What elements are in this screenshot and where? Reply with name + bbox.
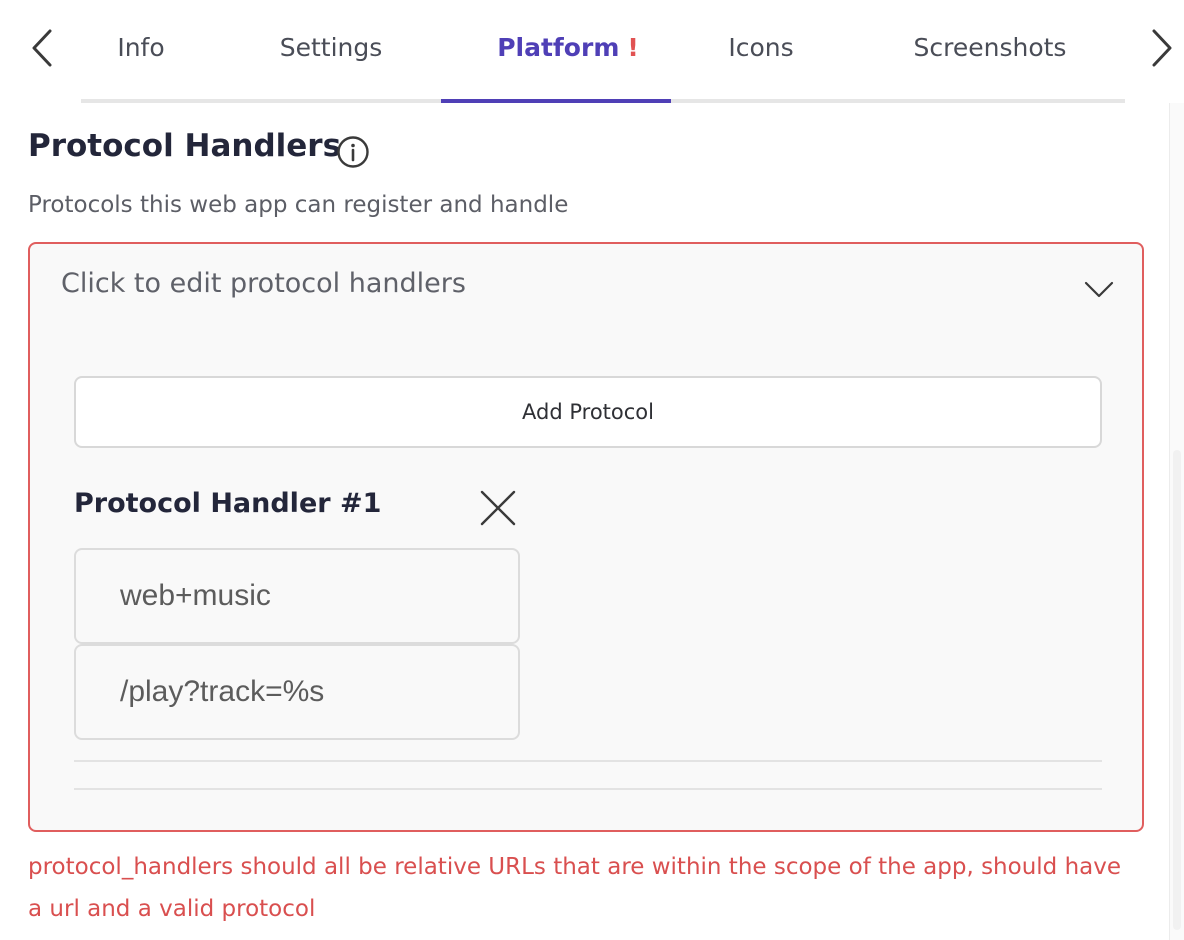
divider	[74, 788, 1102, 790]
scrollbar-thumb[interactable]	[1173, 450, 1181, 930]
close-icon[interactable]	[478, 488, 518, 528]
tab-icons-label: Icons	[728, 33, 794, 62]
chevron-left-icon	[32, 29, 52, 67]
add-protocol-button[interactable]: Add Protocol	[74, 376, 1102, 448]
protocol-handlers-panel: Click to edit protocol handlers Add Prot…	[28, 242, 1144, 832]
info-icon[interactable]	[336, 135, 370, 169]
tab-screenshots[interactable]: Screenshots	[890, 26, 1090, 70]
protocol-input[interactable]	[74, 548, 520, 644]
tab-next-button[interactable]	[1140, 26, 1184, 70]
tab-screenshots-label: Screenshots	[913, 33, 1067, 62]
section-description: Protocols this web app can register and …	[28, 192, 569, 218]
tab-settings[interactable]: Settings	[262, 26, 400, 70]
tab-info[interactable]: Info	[95, 26, 187, 70]
active-tab-indicator	[441, 99, 671, 103]
panel-header-label: Click to edit protocol handlers	[61, 268, 466, 299]
tab-platform-warning-badge: !	[627, 33, 639, 62]
tab-prev-button[interactable]	[20, 26, 64, 70]
panel-header[interactable]: Click to edit protocol handlers	[30, 244, 1142, 332]
protocol-handler-title: Protocol Handler #1	[74, 488, 382, 519]
chevron-right-icon	[1152, 29, 1172, 67]
section-title: Protocol Handlers	[28, 128, 342, 164]
tab-platform[interactable]: Platform!	[480, 26, 656, 70]
url-input[interactable]	[74, 644, 520, 740]
tab-platform-label: Platform	[497, 33, 620, 62]
tab-settings-label: Settings	[279, 33, 383, 62]
tab-icons[interactable]: Icons	[708, 26, 814, 70]
validation-error-message: protocol_handlers should all be relative…	[28, 854, 1122, 922]
divider	[74, 760, 1102, 762]
tab-info-label: Info	[117, 33, 165, 62]
chevron-down-icon	[1084, 281, 1114, 298]
